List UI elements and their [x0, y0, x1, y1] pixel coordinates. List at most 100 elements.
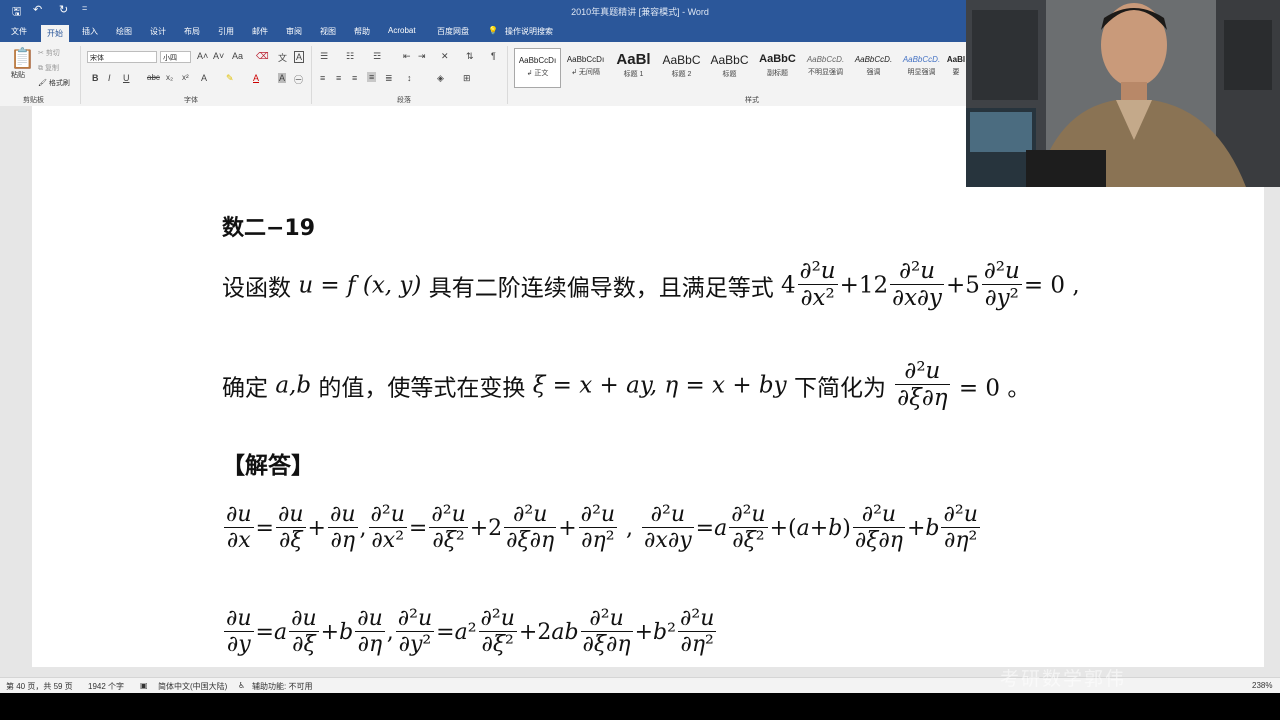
tab-draw[interactable]: 绘图	[116, 26, 132, 37]
font-color-icon[interactable]: A	[253, 73, 259, 83]
enclose-characters-icon[interactable]: ㊀	[294, 73, 303, 86]
style-subtle-emphasis-preview: AaBbCcD.	[806, 55, 845, 64]
multilevel-list-icon[interactable]: ☲	[373, 51, 381, 62]
tab-insert[interactable]: 插入	[82, 26, 98, 37]
frac: ∂²u ∂η²	[677, 606, 717, 658]
change-case-icon[interactable]: Aa	[232, 51, 243, 61]
language-status[interactable]: 简体中文(中国大陆)	[158, 681, 227, 692]
chinese-layout-icon[interactable]: ✕	[441, 51, 449, 62]
d2u-dxdy-fraction: ∂²u ∂x∂y	[890, 258, 944, 312]
cut-button[interactable]: ✂ 剪切	[38, 48, 60, 58]
grow-font-icon[interactable]: A˄	[197, 51, 208, 61]
numbering-icon[interactable]: ☷	[346, 51, 354, 62]
copy-button[interactable]: ⧉ 复制	[38, 63, 59, 73]
style-strong-label: 要	[952, 69, 960, 76]
webcam-image	[966, 0, 1280, 187]
style-heading-2[interactable]: AaBbC 标题 2	[658, 48, 705, 88]
tab-home[interactable]: 开始	[41, 25, 69, 42]
character-shading-icon[interactable]: A	[278, 73, 287, 83]
frac: ∂u ∂x	[224, 502, 254, 554]
character-border-icon[interactable]: A	[294, 51, 305, 63]
format-painter-label: 格式刷	[48, 80, 70, 87]
frac: ∂u ∂ξ	[289, 606, 319, 658]
tab-review[interactable]: 审阅	[286, 26, 302, 37]
frac: ∂u ∂η	[355, 606, 385, 658]
style-no-spacing[interactable]: AaBbCcDı ↲ 无间隔	[562, 48, 609, 88]
distributed-icon[interactable]: ≣	[385, 73, 393, 84]
frac: ∂²u ∂ξ²	[729, 502, 768, 554]
shrink-font-icon[interactable]: A˅	[213, 51, 224, 61]
tab-baidu-netdisk[interactable]: 百度网盘	[437, 26, 469, 37]
underline-icon[interactable]: U	[123, 73, 130, 83]
paragraph-group-label: 段落	[397, 97, 411, 104]
style-subtle-emphasis[interactable]: AaBbCcD. 不明显强调	[802, 48, 849, 88]
strikethrough-icon[interactable]: abc	[147, 73, 160, 82]
q1-prefix: 设函数	[222, 275, 291, 302]
frac: ∂²u ∂η²	[578, 502, 618, 554]
proofing-icon[interactable]: ▣	[140, 681, 148, 690]
style-title-preview: AaBbC	[710, 53, 749, 67]
problem-heading: 数二−19	[222, 216, 316, 241]
tab-file[interactable]: 文件	[11, 26, 27, 37]
q2-end: = 0 。	[958, 375, 1031, 402]
webcam-overlay	[966, 0, 1280, 187]
tab-mailings[interactable]: 邮件	[252, 26, 268, 37]
format-painter-button[interactable]: 🖌 格式刷	[38, 78, 70, 88]
align-center-icon[interactable]: ≡	[336, 73, 341, 83]
style-title[interactable]: AaBbC 标题	[706, 48, 753, 88]
tell-me-search[interactable]: 操作说明搜索	[505, 26, 553, 37]
style-emphasis[interactable]: AaBbCcD. 强调	[850, 48, 897, 88]
style-normal-preview: AaBbCcDı	[518, 56, 557, 65]
style-no-spacing-preview: AaBbCcDı	[566, 55, 605, 64]
phonetic-guide-icon[interactable]: 文	[278, 51, 287, 64]
font-group-label: 字体	[184, 97, 198, 104]
style-strong[interactable]: AaBl 要	[946, 48, 966, 88]
d2u-dy2-fraction: ∂²u ∂y²	[981, 258, 1022, 312]
frac: ∂²u ∂ξ∂η	[580, 606, 633, 658]
shading-icon[interactable]: ◈	[437, 73, 444, 84]
font-name-combo[interactable]: 宋体	[87, 51, 157, 63]
tab-help[interactable]: 帮助	[354, 26, 370, 37]
highlight-icon[interactable]: ✎	[226, 73, 234, 84]
accessibility-status[interactable]: 辅助功能: 不可用	[252, 681, 312, 692]
style-title-label: 标题	[722, 71, 737, 78]
decrease-indent-icon[interactable]: ⇤	[403, 51, 411, 62]
page-count[interactable]: 第 40 页，共 59 页	[6, 681, 73, 692]
tab-acrobat[interactable]: Acrobat	[388, 26, 416, 35]
style-subtitle[interactable]: AaBbC 副标题	[754, 48, 801, 88]
tab-references[interactable]: 引用	[218, 26, 234, 37]
sort-icon[interactable]: ⇅	[466, 51, 474, 62]
tab-view[interactable]: 视图	[320, 26, 336, 37]
q2-transform: ξ = x + ay, η = x + by	[532, 372, 787, 399]
frac: ∂²u ∂x∂y	[642, 502, 694, 554]
line-spacing-icon[interactable]: ↕	[407, 73, 412, 83]
italic-icon[interactable]: I	[108, 73, 111, 83]
document-page[interactable]: 数二−19 设函数 u = f (x, y) 具有二阶连续偏导数，且满足等式 4…	[32, 106, 1264, 667]
increase-indent-icon[interactable]: ⇥	[418, 51, 426, 62]
bottom-strip	[0, 693, 1280, 720]
paste-button[interactable]: 粘贴	[11, 70, 25, 80]
style-intense-emphasis-preview: AaBbCcD.	[902, 55, 941, 64]
superscript-icon[interactable]: x²	[182, 73, 189, 82]
word-count[interactable]: 1942 个字	[88, 681, 124, 692]
align-left-icon[interactable]: ≡	[320, 73, 325, 83]
bullets-icon[interactable]: ☰	[320, 51, 328, 62]
font-size-combo[interactable]: 小四	[160, 51, 191, 63]
bold-icon[interactable]: B	[92, 73, 99, 83]
style-normal[interactable]: AaBbCcDı ↲ 正文	[514, 48, 561, 88]
style-intense-emphasis[interactable]: AaBbCcD. 明显强调	[898, 48, 945, 88]
style-heading-1[interactable]: AaBl 标题 1	[610, 48, 657, 88]
q2-ab: a,b	[275, 372, 312, 399]
clear-formatting-icon[interactable]: ⌫	[256, 51, 269, 62]
subscript-icon[interactable]: x₂	[166, 73, 173, 82]
style-intense-emphasis-label: 明显强调	[907, 69, 936, 76]
justify-icon[interactable]: ≡	[367, 72, 377, 82]
tab-design[interactable]: 设计	[150, 26, 166, 37]
paste-icon[interactable]: 📋	[10, 46, 35, 71]
show-marks-icon[interactable]: ¶	[491, 51, 496, 61]
align-right-icon[interactable]: ≡	[352, 73, 357, 83]
borders-icon[interactable]: ⊞	[463, 73, 471, 84]
text-effects-icon[interactable]: A	[201, 73, 207, 83]
tab-layout[interactable]: 布局	[184, 26, 200, 37]
zoom-level[interactable]: 238%	[1252, 681, 1272, 690]
